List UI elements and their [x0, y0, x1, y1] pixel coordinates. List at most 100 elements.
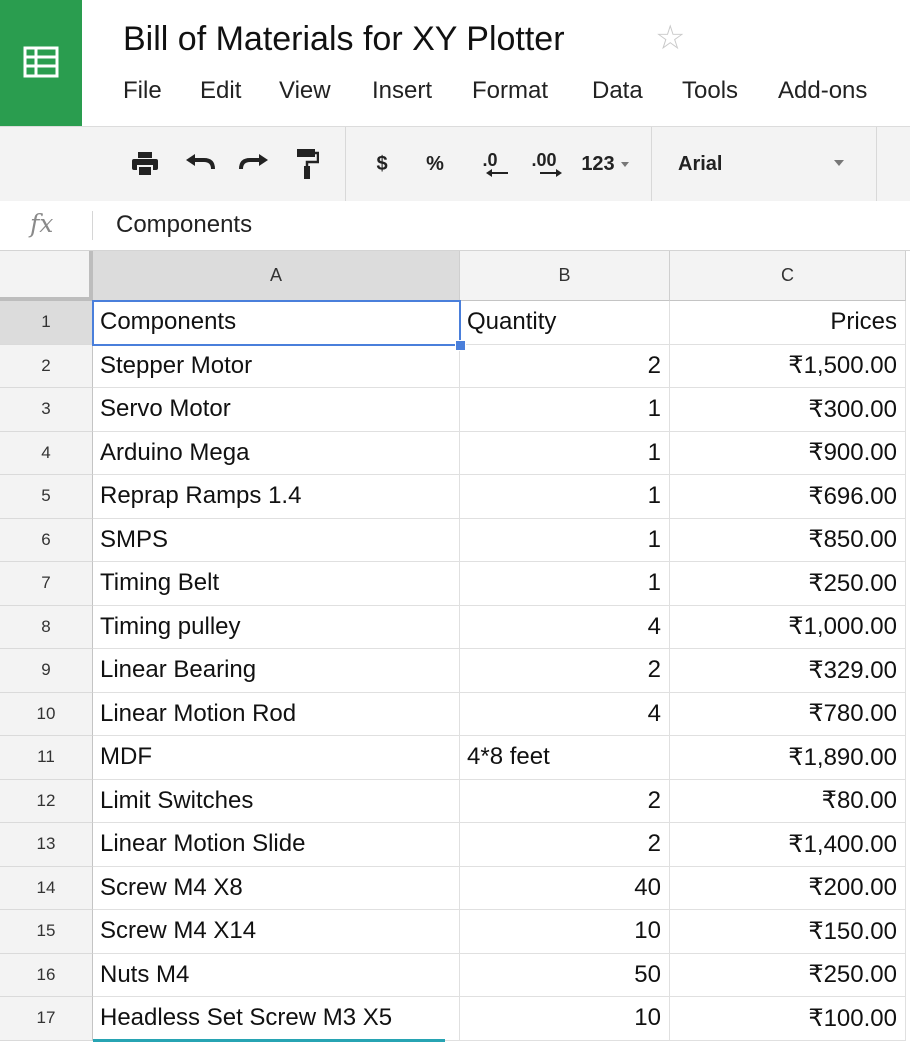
increase-decimal-label: .00 [531, 150, 557, 170]
cell-b[interactable]: 1 [460, 431, 670, 475]
column-header-a[interactable]: A [93, 251, 460, 301]
column-header-b[interactable]: B [460, 251, 670, 301]
cell-a[interactable]: Screw M4 X14 [93, 910, 460, 954]
row-header[interactable]: 16 [0, 953, 93, 997]
cell-b[interactable]: 2 [460, 344, 670, 388]
cell-b[interactable]: 2 [460, 779, 670, 823]
cell-b[interactable]: Quantity [460, 301, 670, 345]
fill-handle[interactable] [455, 339, 466, 351]
menu-tools[interactable]: Tools [682, 77, 738, 105]
menu-insert[interactable]: Insert [372, 77, 432, 105]
cell-a[interactable]: Headless Set Screw M3 X5 [93, 997, 460, 1041]
row-header[interactable]: 1 [0, 301, 93, 345]
cell-b[interactable]: 1 [460, 518, 670, 562]
cell-b[interactable]: 4 [460, 605, 670, 649]
cell-b[interactable]: 1 [460, 388, 670, 432]
cell-c[interactable]: ₹329.00 [670, 649, 906, 693]
formula-input[interactable]: Components [116, 211, 252, 239]
print-button[interactable] [126, 127, 164, 201]
cell-a[interactable]: Limit Switches [93, 779, 460, 823]
row-header[interactable]: 13 [0, 823, 93, 867]
cell-a[interactable]: Screw M4 X8 [93, 866, 460, 910]
cell-c[interactable]: ₹1,400.00 [670, 823, 906, 867]
row-header[interactable]: 7 [0, 562, 93, 606]
undo-button[interactable] [180, 127, 220, 201]
document-title[interactable]: Bill of Materials for XY Plotter [123, 20, 565, 59]
increase-decimal-button[interactable]: .00 [522, 127, 566, 201]
cell-c[interactable]: ₹780.00 [670, 692, 906, 736]
row-header[interactable]: 4 [0, 431, 93, 475]
row-header[interactable]: 14 [0, 866, 93, 910]
toolbar: $ % .0 .00 123 Arial [0, 126, 910, 202]
row-header[interactable]: 17 [0, 997, 93, 1041]
cell-b[interactable]: 1 [460, 562, 670, 606]
star-icon[interactable]: ☆ [655, 21, 685, 55]
row-header[interactable]: 6 [0, 518, 93, 562]
cell-c[interactable]: ₹1,000.00 [670, 605, 906, 649]
menu-file[interactable]: File [123, 77, 162, 105]
cell-a[interactable]: Linear Motion Slide [93, 823, 460, 867]
cell-b[interactable]: 1 [460, 475, 670, 519]
decrease-decimal-button[interactable]: .0 [470, 127, 510, 201]
row-header[interactable]: 15 [0, 910, 93, 954]
row-header[interactable]: 8 [0, 605, 93, 649]
menu-data[interactable]: Data [592, 77, 643, 105]
menu-view[interactable]: View [279, 77, 331, 105]
cell-b[interactable]: 4*8 feet [460, 736, 670, 780]
cell-a[interactable]: Arduino Mega [93, 431, 460, 475]
row-header[interactable]: 5 [0, 475, 93, 519]
cell-a[interactable]: Servo Motor [93, 388, 460, 432]
sheets-logo[interactable] [0, 0, 82, 126]
cell-b[interactable]: 40 [460, 866, 670, 910]
cell-c[interactable]: ₹150.00 [670, 910, 906, 954]
row-header[interactable]: 10 [0, 692, 93, 736]
percent-format-button[interactable]: % [420, 127, 450, 201]
cell-c[interactable]: ₹1,890.00 [670, 736, 906, 780]
cell-c[interactable]: ₹250.00 [670, 562, 906, 606]
redo-button[interactable] [234, 127, 274, 201]
cell-a[interactable]: MDF [93, 736, 460, 780]
cell-a[interactable]: Linear Bearing [93, 649, 460, 693]
cell-b[interactable]: 10 [460, 997, 670, 1041]
formula-bar: fx Components [0, 201, 910, 251]
cell-b[interactable]: 50 [460, 953, 670, 997]
select-all-corner[interactable] [0, 251, 93, 301]
cell-c[interactable]: ₹696.00 [670, 475, 906, 519]
menu-edit[interactable]: Edit [200, 77, 241, 105]
cell-c[interactable]: ₹850.00 [670, 518, 906, 562]
menu-format[interactable]: Format [472, 77, 548, 105]
currency-format-button[interactable]: $ [368, 127, 396, 201]
font-family-dropdown[interactable]: Arial [678, 127, 722, 201]
cell-b[interactable]: 2 [460, 649, 670, 693]
number-format-dropdown[interactable]: 123 [574, 127, 636, 201]
row-header[interactable]: 3 [0, 388, 93, 432]
cell-c[interactable]: ₹80.00 [670, 779, 906, 823]
cell-a[interactable]: Timing Belt [93, 562, 460, 606]
cell-a[interactable]: Stepper Motor [93, 344, 460, 388]
cell-b[interactable]: 4 [460, 692, 670, 736]
row-header[interactable]: 11 [0, 736, 93, 780]
cell-a[interactable]: Timing pulley [93, 605, 460, 649]
row-header[interactable]: 9 [0, 649, 93, 693]
cell-a[interactable]: Reprap Ramps 1.4 [93, 475, 460, 519]
cell-c[interactable]: ₹1,500.00 [670, 344, 906, 388]
cell-a[interactable]: Nuts M4 [93, 953, 460, 997]
row-header[interactable]: 12 [0, 779, 93, 823]
cell-c[interactable]: ₹200.00 [670, 866, 906, 910]
cell-c[interactable]: ₹300.00 [670, 388, 906, 432]
cell-b[interactable]: 10 [460, 910, 670, 954]
chevron-down-icon[interactable] [834, 160, 844, 166]
row-header[interactable]: 2 [0, 344, 93, 388]
menu-add-ons[interactable]: Add-ons [778, 77, 867, 105]
cell-c[interactable]: Prices [670, 301, 906, 345]
paint-roller-icon [297, 149, 319, 179]
cell-a[interactable]: Components [93, 301, 460, 345]
cell-b[interactable]: 2 [460, 823, 670, 867]
cell-c[interactable]: ₹250.00 [670, 953, 906, 997]
cell-a[interactable]: Linear Motion Rod [93, 692, 460, 736]
cell-c[interactable]: ₹100.00 [670, 997, 906, 1041]
cell-a[interactable]: SMPS [93, 518, 460, 562]
cell-c[interactable]: ₹900.00 [670, 431, 906, 475]
paint-format-button[interactable] [290, 127, 324, 201]
column-header-c[interactable]: C [670, 251, 906, 301]
